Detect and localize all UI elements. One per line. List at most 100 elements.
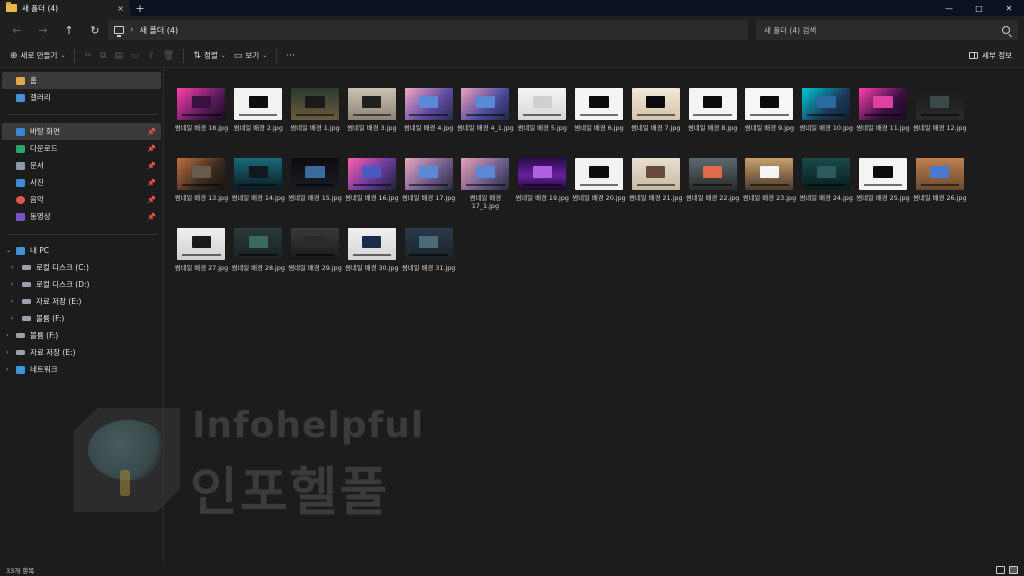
file-item[interactable]: 썸네일 배경 4.jpg — [400, 88, 457, 152]
sidebar-item-label: 문서 — [30, 161, 44, 170]
maximize-button[interactable]: □ — [964, 0, 994, 16]
new-tab-button[interactable]: + — [130, 0, 150, 16]
cut-button[interactable]: ✂ — [80, 47, 96, 65]
file-item[interactable]: 썸네일 배경 2.jpg — [230, 88, 287, 152]
file-item[interactable]: 썸네일 배경 28.jpg — [230, 228, 287, 292]
file-item[interactable]: 썸네일 배경 19.jpg — [514, 158, 571, 222]
thumbnail-desk — [636, 113, 675, 116]
file-item[interactable]: 썸네일 배경 22.jpg — [684, 158, 741, 222]
thumbnail-monitor — [475, 96, 495, 109]
details-pane-button[interactable]: 세부 정보 — [969, 50, 1018, 61]
close-button[interactable]: ✕ — [994, 0, 1024, 16]
sidebar-item-home[interactable]: 홈 — [2, 72, 161, 89]
file-name: 썸네일 배경 14.jpg — [231, 194, 285, 202]
chevron-right-icon[interactable]: › — [11, 281, 13, 288]
up-button[interactable]: ↑ — [56, 20, 82, 40]
sidebar-item-drive-c[interactable]: › 로컬 디스크 (C:) — [2, 259, 161, 276]
chevron-right-icon[interactable]: › — [6, 332, 8, 339]
forward-button[interactable]: → — [30, 20, 56, 40]
file-item[interactable]: 썸네일 배경 23.jpg — [741, 158, 798, 222]
file-item[interactable]: 썸네일 배경 11.jpg — [855, 88, 912, 152]
share-button[interactable]: ⇪ — [143, 47, 159, 65]
title-bar: 새 폴더 (4) × + — □ ✕ — [0, 0, 1024, 16]
file-item[interactable]: 썸네일 배경 29.jpg — [287, 228, 344, 292]
chevron-right-icon[interactable]: › — [11, 264, 13, 271]
new-button[interactable]: ⊕ 새로 만들기 ⌄ — [6, 47, 69, 65]
delete-button[interactable]: 🗑 — [159, 47, 178, 65]
sidebar-item-drive-f[interactable]: › 볼륨 (F:) — [2, 310, 161, 327]
pin-icon[interactable]: 📌 — [147, 179, 156, 187]
file-item[interactable]: 썸네일 배경 7.jpg — [627, 88, 684, 152]
sidebar-item-videos[interactable]: 동영상 📌 — [2, 208, 161, 225]
file-item[interactable]: 썸네일 배경 17.jpg — [400, 158, 457, 222]
file-name: 썸네일 배경 6.jpg — [574, 124, 624, 132]
sort-button[interactable]: ⇅ 정렬 ⌄ — [189, 47, 229, 65]
file-item[interactable]: 썸네일 배경 24.jpg — [798, 158, 855, 222]
search-icon[interactable] — [1002, 26, 1010, 34]
file-item[interactable]: 썸네일 배경 6.jpg — [571, 88, 628, 152]
file-item[interactable]: 썸네일 배경 15.jpg — [287, 158, 344, 222]
rename-button[interactable]: ▭ — [127, 47, 144, 65]
pin-icon[interactable]: 📌 — [147, 145, 156, 153]
file-item[interactable]: 썸네일 배경 31.jpg — [400, 228, 457, 292]
file-item[interactable]: 썸네일 배경 21.jpg — [627, 158, 684, 222]
view-toggle — [996, 566, 1018, 574]
paste-button[interactable]: ▤ — [110, 47, 127, 65]
sidebar-item-storage-e[interactable]: › 자료 저장 (E:) — [2, 344, 161, 361]
command-bar: ⊕ 새로 만들기 ⌄ ✂ ⧉ ▤ ▭ ⇪ 🗑 ⇅ 정렬 ⌄ ▭ 보기 ⌄ ···… — [0, 44, 1024, 68]
file-item[interactable]: 썸네일 배경 30.jpg — [343, 228, 400, 292]
sidebar-item-desktop[interactable]: 바탕 화면 📌 — [2, 123, 161, 140]
window-controls: — □ ✕ — [934, 0, 1024, 16]
address-field[interactable]: › 새 폴더 (4) — [108, 20, 748, 40]
file-item[interactable]: 썸네일 배경 26.jpg — [911, 158, 968, 222]
pin-icon[interactable]: 📌 — [147, 213, 156, 221]
file-item[interactable]: 썸네일 배경 20.jpg — [571, 158, 628, 222]
pin-icon[interactable]: 📌 — [147, 128, 156, 136]
file-item[interactable]: 썸네일 배경 1.jpg — [287, 88, 344, 152]
view-button[interactable]: ▭ 보기 ⌄ — [230, 47, 271, 65]
file-item[interactable]: 썸네일 배경 17_1.jpg — [457, 158, 514, 222]
sidebar-item-this-pc[interactable]: ⌄ 내 PC — [2, 242, 161, 259]
tab-close-button[interactable]: × — [117, 4, 124, 13]
breadcrumb-current[interactable]: 새 폴더 (4) — [140, 25, 179, 36]
sidebar-item-network[interactable]: › 네트워크 — [2, 361, 161, 378]
sidebar-item-documents[interactable]: 문서 📌 — [2, 157, 161, 174]
copy-button[interactable]: ⧉ — [96, 47, 110, 65]
file-item[interactable]: 썸네일 배경 4_1.jpg — [457, 88, 514, 152]
file-item[interactable]: 썸네일 배경 12.jpg — [911, 88, 968, 152]
file-item[interactable]: 썸네일 배경 18.jpg — [173, 88, 230, 152]
more-options-button[interactable]: ··· — [282, 47, 299, 65]
sidebar-item-pictures[interactable]: 사진 📌 — [2, 174, 161, 191]
pin-icon[interactable]: 📌 — [147, 196, 156, 204]
chevron-right-icon[interactable]: › — [6, 349, 8, 356]
refresh-button[interactable]: ↻ — [82, 20, 108, 40]
file-item[interactable]: 썸네일 배경 25.jpg — [855, 158, 912, 222]
file-item[interactable]: 썸네일 배경 8.jpg — [684, 88, 741, 152]
chevron-right-icon[interactable]: › — [11, 315, 13, 322]
back-button[interactable]: ← — [4, 20, 30, 40]
file-item[interactable]: 썸네일 배경 10.jpg — [798, 88, 855, 152]
sidebar-item-volume-f[interactable]: › 볼륨 (F:) — [2, 327, 161, 344]
chevron-right-icon[interactable]: › — [11, 298, 13, 305]
details-view-icon[interactable] — [996, 566, 1005, 574]
file-item[interactable]: 썸네일 배경 16.jpg — [343, 158, 400, 222]
sidebar-item-drive-d[interactable]: › 로컬 디스크 (D:) — [2, 276, 161, 293]
chevron-down-icon[interactable]: ⌄ — [6, 247, 11, 254]
file-item[interactable]: 썸네일 배경 27.jpg — [173, 228, 230, 292]
sidebar-item-music[interactable]: 음악 📌 — [2, 191, 161, 208]
file-item[interactable]: 썸네일 배경 9.jpg — [741, 88, 798, 152]
tab-current-folder[interactable]: 새 폴더 (4) × — [0, 0, 130, 16]
minimize-button[interactable]: — — [934, 0, 964, 16]
file-item[interactable]: 썸네일 배경 14.jpg — [230, 158, 287, 222]
file-thumbnail — [461, 158, 510, 190]
large-icons-view-icon[interactable] — [1009, 566, 1018, 574]
sidebar-item-downloads[interactable]: 다운로드 📌 — [2, 140, 161, 157]
search-input[interactable]: 새 폴더 (4) 검색 — [756, 20, 1018, 40]
file-item[interactable]: 썸네일 배경 5.jpg — [514, 88, 571, 152]
file-item[interactable]: 썸네일 배경 3.jpg — [343, 88, 400, 152]
sidebar-item-gallery[interactable]: 갤러리 — [2, 89, 161, 106]
file-item[interactable]: 썸네일 배경 13.jpg — [173, 158, 230, 222]
sidebar-item-drive-e[interactable]: › 자료 저장 (E:) — [2, 293, 161, 310]
pin-icon[interactable]: 📌 — [147, 162, 156, 170]
chevron-right-icon[interactable]: › — [6, 366, 8, 373]
